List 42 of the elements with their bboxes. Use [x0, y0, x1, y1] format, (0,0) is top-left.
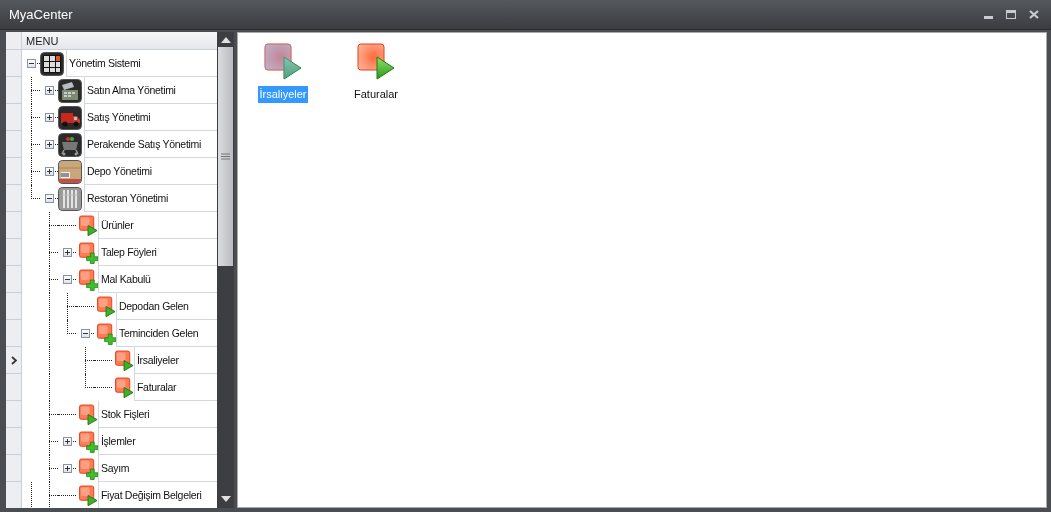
- item-label[interactable]: Faturalar: [353, 86, 399, 103]
- form-play-icon[interactable]: [264, 43, 302, 81]
- cardboard-box-icon: [58, 159, 82, 184]
- row-indicator[interactable]: [6, 347, 22, 374]
- form-plus-icon: [97, 322, 116, 345]
- form-play-icon: [79, 403, 98, 426]
- expand-icon[interactable]: [62, 437, 72, 446]
- form-play-icon: [115, 376, 134, 399]
- expand-icon[interactable]: [62, 248, 72, 257]
- close-icon[interactable]: [1029, 10, 1039, 19]
- form-play-icon[interactable]: [357, 43, 395, 81]
- expand-icon[interactable]: [44, 86, 54, 95]
- form-plus-icon: [79, 268, 98, 291]
- basket-icon: [58, 132, 82, 157]
- current-row-icon: [10, 355, 17, 365]
- scroll-up-icon[interactable]: [220, 37, 231, 43]
- expand-icon[interactable]: [62, 464, 72, 473]
- expand-icon[interactable]: [44, 167, 54, 176]
- cutlery-icon: [58, 186, 82, 211]
- scroll-down-icon[interactable]: [220, 496, 231, 502]
- form-play-icon: [97, 295, 116, 318]
- form-play-icon: [79, 484, 98, 507]
- collapse-icon[interactable]: [62, 275, 72, 284]
- collapse-icon[interactable]: [44, 194, 54, 203]
- expand-icon[interactable]: [44, 140, 54, 149]
- scroll-thumb[interactable]: [218, 47, 233, 266]
- window-title: MyaCenter: [9, 5, 73, 24]
- scrollbar[interactable]: [217, 32, 234, 508]
- form-play-icon: [79, 214, 98, 237]
- expand-icon[interactable]: [44, 113, 54, 122]
- column-header: MENU: [22, 32, 217, 50]
- collapse-icon[interactable]: [26, 59, 36, 68]
- cash-register-icon: [58, 78, 82, 103]
- truck-icon: [58, 105, 82, 130]
- form-play-icon: [115, 349, 134, 372]
- grid-icon: [40, 51, 64, 76]
- grip-icon: [221, 153, 230, 160]
- maximize-icon[interactable]: [1006, 10, 1016, 19]
- form-plus-icon: [79, 430, 98, 453]
- form-plus-icon: [79, 241, 98, 264]
- form-plus-icon: [79, 457, 98, 480]
- collapse-icon[interactable]: [80, 329, 90, 338]
